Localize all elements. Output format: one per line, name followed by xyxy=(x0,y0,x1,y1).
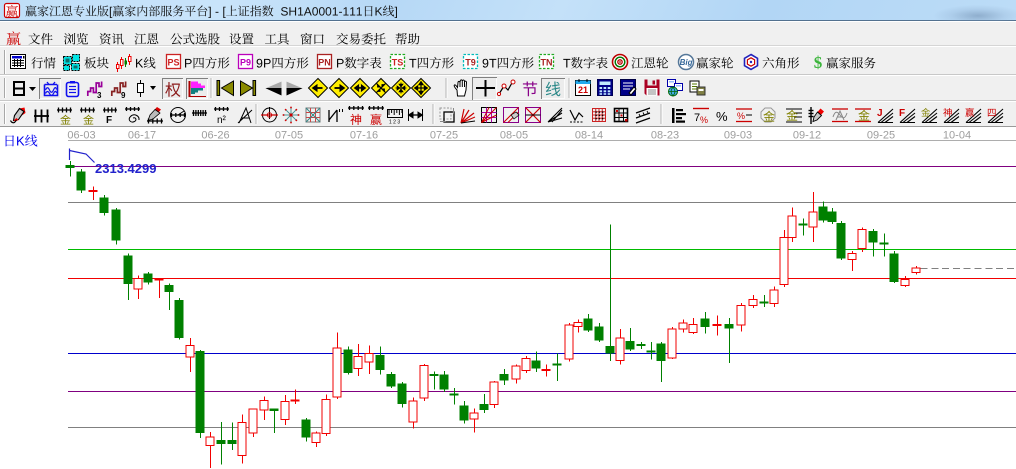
svg-text:n²: n² xyxy=(217,115,227,126)
svg-text:F: F xyxy=(106,115,112,126)
svg-text:PN: PN xyxy=(318,58,331,68)
svg-text:F: F xyxy=(899,108,905,119)
svg-text:PS: PS xyxy=(167,58,179,68)
svg-text:08-14: 08-14 xyxy=(575,130,603,142)
svg-text:2313.4299: 2313.4299 xyxy=(95,161,156,176)
svg-text:07-16: 07-16 xyxy=(350,130,378,142)
svg-text:07-25: 07-25 xyxy=(430,130,458,142)
svg-text:08-23: 08-23 xyxy=(651,130,679,142)
svg-text:%: % xyxy=(700,115,708,125)
svg-text:1 2 3: 1 2 3 xyxy=(389,120,400,126)
svg-text:%: % xyxy=(716,109,728,124)
svg-text:3: 3 xyxy=(97,91,102,100)
svg-text:09-12: 09-12 xyxy=(793,130,821,142)
svg-text:09-25: 09-25 xyxy=(867,130,895,142)
svg-text:06-26: 06-26 xyxy=(201,130,229,142)
svg-text:$: $ xyxy=(814,53,823,72)
svg-text:TS: TS xyxy=(392,58,404,68)
svg-text:%: % xyxy=(737,111,745,121)
svg-text:07-05: 07-05 xyxy=(275,130,303,142)
svg-text:06-17: 06-17 xyxy=(128,130,156,142)
svg-text:Big: Big xyxy=(680,58,693,67)
svg-text:T9: T9 xyxy=(465,58,476,68)
svg-text:10-04: 10-04 xyxy=(943,130,971,142)
svg-text:J: J xyxy=(877,108,883,119)
svg-text:TN: TN xyxy=(541,58,553,68)
svg-text:08-05: 08-05 xyxy=(500,130,528,142)
svg-text:09-03: 09-03 xyxy=(724,130,752,142)
svg-text:P9: P9 xyxy=(240,58,251,68)
svg-text:06-03: 06-03 xyxy=(67,130,95,142)
svg-text:9: 9 xyxy=(121,91,126,100)
svg-text:21: 21 xyxy=(578,85,588,95)
